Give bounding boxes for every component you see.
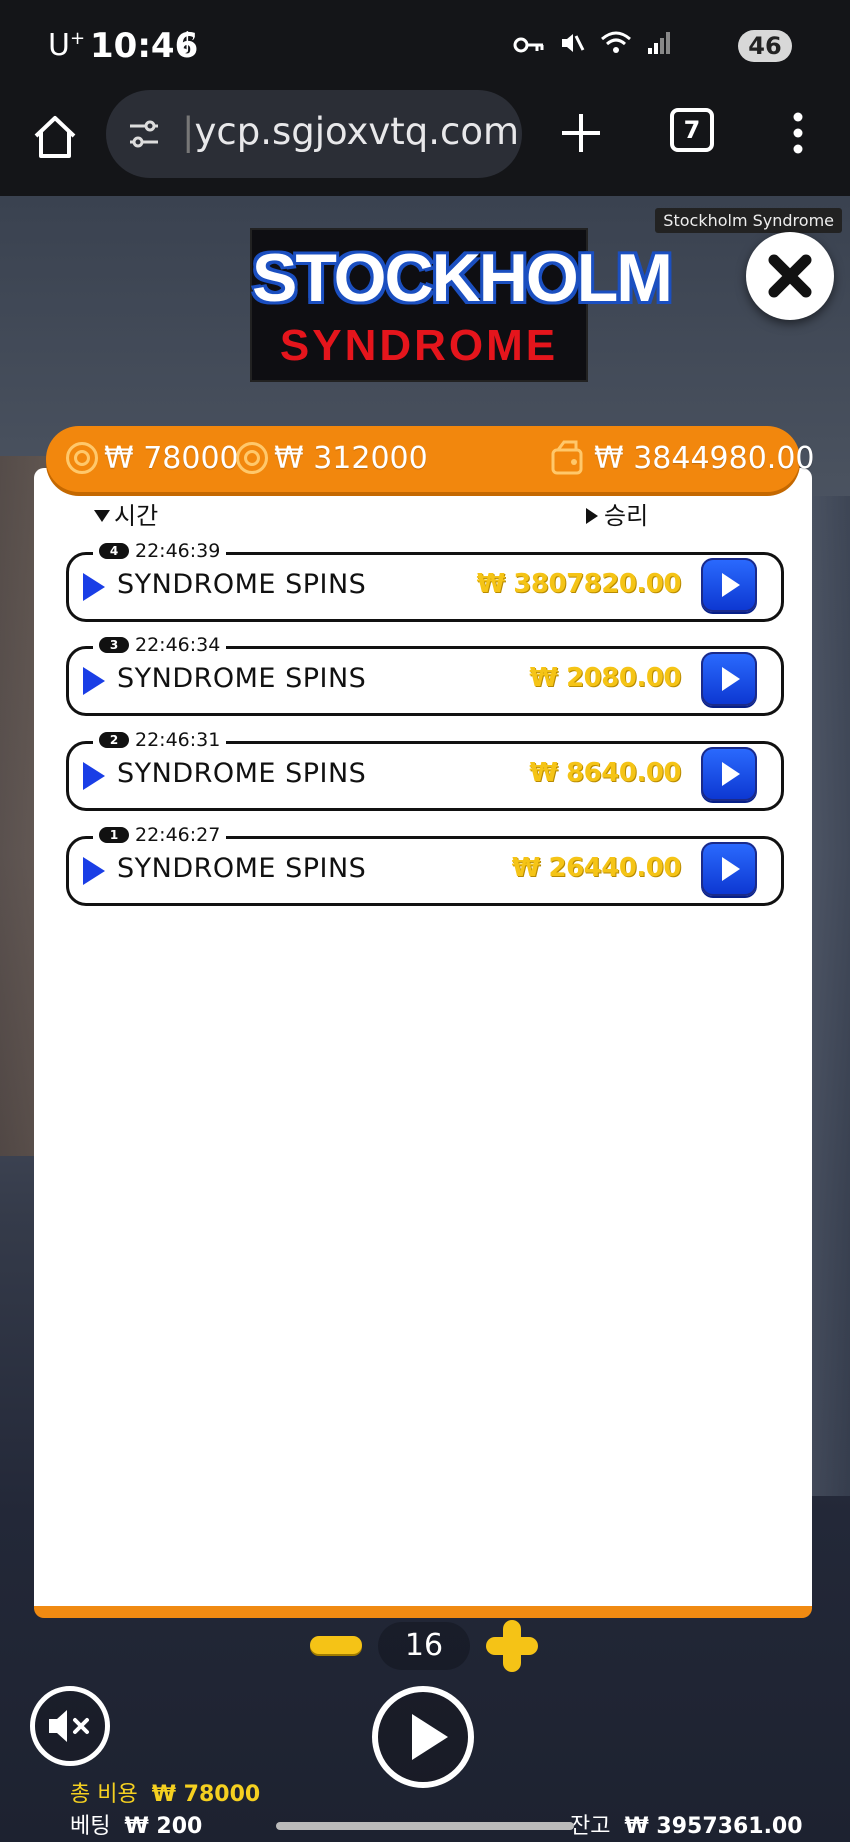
increase-button[interactable] <box>486 1620 538 1672</box>
replay-button[interactable] <box>701 842 757 896</box>
coin-stat-1: ₩ 78000 <box>66 436 239 482</box>
wifi-icon <box>600 31 631 53</box>
wallet-balance: ₩ 3844980.00 <box>594 441 815 476</box>
logo-line-2: SYNDROME <box>279 321 559 370</box>
sort-by-win[interactable]: 승리 <box>586 496 648 531</box>
row-label: SYNDROME SPINS <box>117 569 367 600</box>
row-time: 22:46:31 <box>135 729 221 751</box>
coin-icon <box>236 442 268 474</box>
row-index-badge: 2 <box>99 732 129 748</box>
row-label: SYNDROME SPINS <box>117 853 367 884</box>
history-row: 1 22:46:27 SYNDROME SPINS ₩ 26440.00 <box>66 823 784 906</box>
carrier-label: U+ <box>48 28 86 63</box>
replay-button[interactable] <box>701 747 757 801</box>
replay-button[interactable] <box>701 652 757 706</box>
autospin-count: 16 <box>378 1622 470 1670</box>
more-menu-icon[interactable] <box>786 108 810 158</box>
plus-icon <box>503 1620 521 1672</box>
row-meta: 1 22:46:27 <box>93 823 227 847</box>
coin-icon <box>66 442 98 474</box>
battery-indicator: 46 <box>738 30 792 62</box>
decrease-button[interactable] <box>310 1636 362 1654</box>
home-icon[interactable] <box>30 112 80 162</box>
logo-line-1: STOCKHOLM <box>252 240 673 316</box>
address-bar[interactable]: |ycp.sgjoxvtq.com <box>106 90 522 178</box>
wallet-icon <box>551 440 583 475</box>
status-bar: U+ 10:46 ♪ 46 <box>0 0 850 90</box>
caret-right-icon <box>586 508 598 524</box>
row-index-badge: 1 <box>99 827 129 843</box>
row-meta: 2 22:46:31 <box>93 728 227 752</box>
stats-bar: ₩ 78000 ₩ 312000 ₩ 3844980.00 <box>46 426 815 492</box>
mute-vibrate-icon <box>562 34 585 52</box>
history-row: 3 22:46:34 SYNDROME SPINS ₩ 2080.00 <box>66 633 784 716</box>
row-time: 22:46:34 <box>135 634 221 656</box>
history-row: 4 22:46:39 SYNDROME SPINS ₩ 3807820.00 <box>66 539 784 622</box>
row-label: SYNDROME SPINS <box>117 758 367 789</box>
gesture-home-indicator <box>276 1822 574 1830</box>
row-time: 22:46:27 <box>135 824 221 846</box>
caret-down-icon <box>94 510 110 522</box>
row-index-badge: 3 <box>99 637 129 653</box>
background-wall <box>810 496 850 1496</box>
play-triangle-icon <box>83 762 105 790</box>
row-win-amount: ₩ 8640.00 <box>529 758 681 788</box>
sort-by-time[interactable]: 시간 <box>94 496 158 531</box>
row-meta: 3 22:46:34 <box>93 633 227 657</box>
tiktok-icon: ♪ <box>178 26 198 61</box>
url-text[interactable]: |ycp.sgjoxvtq.com <box>182 110 519 153</box>
row-index-badge: 4 <box>99 543 129 559</box>
spin-button[interactable] <box>372 1686 474 1788</box>
browser-toolbar: |ycp.sgjoxvtq.com 7 <box>0 90 850 196</box>
key-icon <box>513 37 544 53</box>
game-viewport: Stockholm Syndrome STOCKHOLM SYNDROME ₩ … <box>0 196 850 1842</box>
signal-icon <box>648 32 670 54</box>
play-triangle-icon <box>83 667 105 695</box>
balance: 잔고 ₩ 3957361.00 <box>570 1814 803 1839</box>
bet-amount: 베팅 ₩ 200 <box>70 1814 203 1839</box>
coin-stat-2: ₩ 312000 <box>236 436 428 482</box>
game-logo: STOCKHOLM SYNDROME <box>250 228 673 382</box>
new-tab-icon[interactable] <box>558 110 604 156</box>
history-row: 2 22:46:31 SYNDROME SPINS ₩ 8640.00 <box>66 728 784 811</box>
tab-switcher-button[interactable]: 7 <box>670 108 714 152</box>
play-triangle-icon <box>83 857 105 885</box>
play-triangle-icon <box>83 573 105 601</box>
row-win-amount: ₩ 26440.00 <box>511 853 682 883</box>
site-settings-icon[interactable] <box>126 116 162 152</box>
system-icons <box>513 30 672 63</box>
row-time: 22:46:39 <box>135 540 221 562</box>
row-meta: 4 22:46:39 <box>93 539 227 563</box>
game-title-tooltip: Stockholm Syndrome <box>655 208 842 233</box>
total-cost: 총 비용 ₩ 78000 <box>70 1782 261 1807</box>
row-label: SYNDROME SPINS <box>117 663 367 694</box>
sound-toggle-button[interactable] <box>30 1686 110 1766</box>
close-icon <box>768 254 812 298</box>
sound-muted-icon <box>49 1710 89 1742</box>
close-button[interactable] <box>746 232 834 320</box>
row-win-amount: ₩ 3807820.00 <box>476 569 682 599</box>
row-win-amount: ₩ 2080.00 <box>529 663 681 693</box>
replay-button[interactable] <box>701 558 757 612</box>
